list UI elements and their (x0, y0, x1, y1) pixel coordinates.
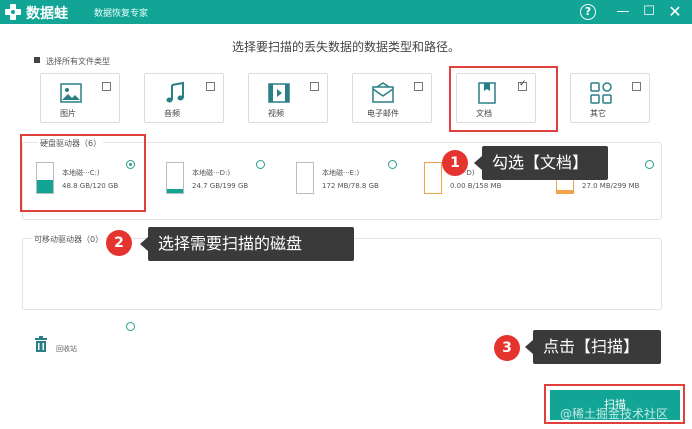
file-type-checkbox[interactable] (206, 82, 215, 91)
drive-size: 0.00 B/158 MB (450, 182, 502, 190)
drive-e[interactable]: 本地磁···E:) 172 MB/78.8 GB (296, 162, 416, 202)
file-type-image[interactable]: 图片 (40, 73, 120, 123)
help-icon[interactable]: ? (580, 4, 596, 20)
app-logo-icon (5, 4, 21, 20)
file-type-label: 电子邮件 (367, 109, 399, 118)
drive-name: 本地磁···E:) (322, 169, 360, 177)
drive-size: 172 MB/78.8 GB (322, 182, 379, 190)
disk-icon (424, 162, 442, 194)
file-type-label: 其它 (590, 109, 606, 118)
file-type-audio[interactable]: 音频 (144, 73, 224, 123)
recycle-radio[interactable] (126, 322, 135, 331)
page-headline: 选择要扫描的丢失数据的数据类型和路径。 (231, 40, 460, 54)
callout-step-3: 点击【扫描】 (525, 330, 661, 364)
file-type-checkbox[interactable] (310, 82, 319, 91)
removable-title: 可移动驱动器（0） (32, 234, 106, 245)
highlight-drive-c (20, 134, 146, 212)
disk-icon (166, 162, 184, 194)
email-icon (372, 82, 394, 103)
file-type-other[interactable]: 其它 (570, 73, 650, 123)
drive-radio[interactable] (256, 160, 265, 169)
file-type-checkbox[interactable] (102, 82, 111, 91)
image-icon (60, 83, 82, 103)
file-type-video[interactable]: 视频 (248, 73, 328, 123)
drive-name: 本地磁···D:) (192, 169, 231, 177)
drive-radio[interactable] (388, 160, 397, 169)
file-type-checkbox[interactable] (414, 82, 423, 91)
recycle-bin[interactable]: 回收站 (34, 336, 77, 356)
drive-size: 24.7 GB/199 GB (192, 182, 249, 190)
app-subtitle: 数据恢复专家 (94, 9, 149, 19)
app-name: 数据蛙 (26, 6, 68, 22)
maximize-button[interactable]: ☐ (640, 3, 658, 21)
trash-icon (35, 336, 47, 352)
file-type-label: 音频 (164, 109, 180, 118)
drive-size: 27.0 MB/299 MB (582, 182, 640, 190)
music-icon (166, 81, 184, 103)
close-button[interactable]: ✕ (666, 3, 684, 21)
watermark: @稀土掘金技术社区 (560, 407, 669, 421)
disk-icon (296, 162, 314, 194)
file-type-label: 视频 (268, 109, 284, 118)
drive-d[interactable]: 本地磁···D:) 24.7 GB/199 GB (166, 162, 286, 202)
highlight-document (449, 66, 558, 132)
title-bar: 数据蛙 数据恢复专家 ? — ☐ ✕ (0, 0, 692, 24)
callout-step-1: 勾选【文档】 (474, 146, 608, 180)
minimize-button[interactable]: — (614, 3, 632, 21)
step-badge-2: 2 (106, 230, 132, 256)
callout-step-2: 选择需要扫描的磁盘 (140, 227, 354, 261)
step-badge-1: 1 (442, 150, 468, 176)
file-type-checkbox[interactable] (632, 82, 641, 91)
select-all-label: 选择所有文件类型 (46, 57, 110, 66)
file-type-email[interactable]: 电子邮件 (352, 73, 432, 123)
drive-radio[interactable] (645, 160, 654, 169)
file-type-label: 图片 (60, 109, 76, 118)
step-badge-3: 3 (494, 335, 520, 361)
recycle-bin-label: 回收站 (56, 345, 77, 353)
select-all-checkbox[interactable]: 选择所有文件类型 (34, 56, 110, 67)
video-icon (268, 83, 290, 103)
other-icon (590, 82, 612, 104)
select-all-box[interactable] (34, 57, 40, 63)
